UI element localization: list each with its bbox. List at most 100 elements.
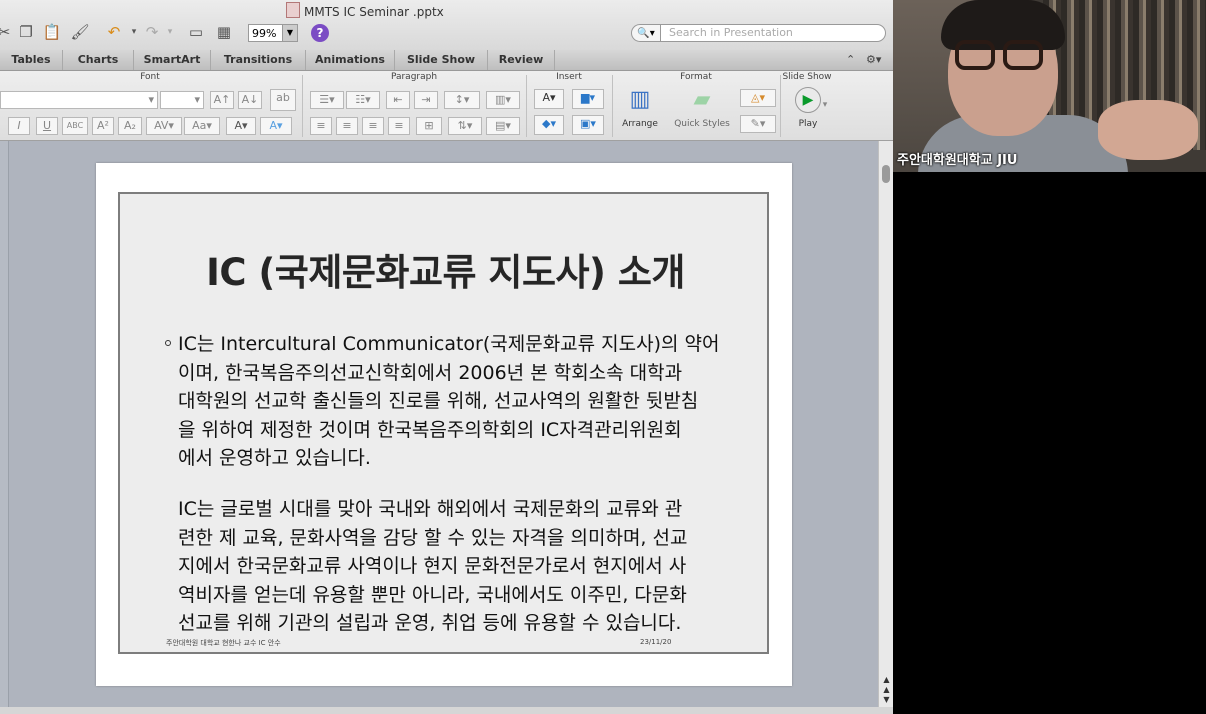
chevron-down-icon: ▾ [148, 93, 154, 106]
chevron-down-icon: ▾ [194, 93, 200, 106]
distributed-icon[interactable]: ⊞ [416, 117, 442, 135]
slide-line: 을 위하여 제정한 것이며 한국복음주의학회의 IC자격관리위원회 [178, 418, 682, 441]
collapse-ribbon-icon[interactable]: ⌃ [846, 50, 855, 70]
columns-icon[interactable]: ▥▾ [486, 91, 520, 109]
group-label-paragraph: Paragraph [390, 72, 438, 82]
tab-slide-show[interactable]: Slide Show [395, 50, 488, 70]
align-right-icon[interactable]: ≡ [362, 117, 384, 135]
bullet-icon [165, 340, 171, 346]
group-label-insert: Insert [556, 72, 582, 82]
justify-icon[interactable]: ≡ [388, 117, 410, 135]
window-title: MMTS IC Seminar .pptx [286, 2, 444, 19]
slide-content-frame: IC (국제문화교류 지도사) 소개 IC는 Intercultural Com… [118, 192, 769, 654]
quick-styles-label: Quick Styles [674, 119, 730, 129]
undo-icon[interactable]: ↶ [104, 22, 124, 42]
align-text-icon[interactable]: ▤▾ [486, 117, 520, 135]
gallery-icon[interactable]: ▦ [214, 22, 234, 42]
undo-dropdown-icon[interactable]: ▾ [124, 22, 144, 42]
line-spacing-icon[interactable]: ↕▾ [444, 91, 480, 109]
redo-dropdown-icon[interactable]: ▾ [160, 22, 180, 42]
tab-smartart[interactable]: SmartArt [134, 50, 211, 70]
media-icon[interactable]: ▣▾ [572, 115, 604, 135]
horizontal-scrollbar[interactable] [0, 707, 893, 714]
shape-fill-icon[interactable]: ◬▾ [740, 89, 776, 107]
align-center-icon[interactable]: ≡ [336, 117, 358, 135]
strikethrough-icon[interactable]: ABC [62, 117, 88, 135]
format-painter-icon[interactable]: 🖌 [70, 22, 90, 42]
slide-line: 선교를 위해 기관의 설립과 운영, 취업 등에 유용할 수 있습니다. [178, 612, 682, 634]
quick-styles-icon: ▰ [693, 87, 711, 112]
subscript-icon[interactable]: A₂ [118, 117, 142, 135]
increase-indent-icon[interactable]: ⇥ [414, 91, 438, 109]
slide-pane-edge[interactable] [0, 141, 9, 714]
video-panel: 주안대학원대학교 JIU [893, 0, 1206, 714]
zoom-value: 99% [252, 27, 277, 40]
slide-line: 에서 운영하고 있습니다. [178, 447, 371, 469]
slide[interactable]: IC (국제문화교류 지도사) 소개 IC는 Intercultural Com… [96, 163, 792, 686]
numbering-icon[interactable]: ☷▾ [346, 91, 380, 109]
slide-paragraph-2[interactable]: IC는 글로벌 시대를 맞아 국내와 해외에서 국제문화의 교류와 관 련한 제… [178, 495, 738, 638]
divider [526, 75, 527, 137]
bullets-icon[interactable]: ☰▾ [310, 91, 344, 109]
align-left-icon[interactable]: ≡ [310, 117, 332, 135]
slide-title[interactable]: IC (국제문화교류 지도사) 소개 [120, 242, 771, 296]
search-scope-dropdown[interactable]: 🔍▾ [631, 24, 661, 42]
play-icon: ▶ [795, 87, 821, 113]
participant-video[interactable]: 주안대학원대학교 JIU [893, 0, 1206, 172]
clear-formatting-icon[interactable]: ab [270, 89, 296, 111]
quick-styles-button[interactable]: ▰ Quick Styles [668, 85, 736, 129]
cut-icon[interactable]: ✂ [0, 22, 14, 42]
group-label-font: Font [140, 72, 160, 82]
zoom-select[interactable]: 99% ▼ [248, 24, 298, 42]
grow-font-icon[interactable]: A↑ [210, 91, 234, 109]
participant-hand [1098, 100, 1198, 160]
scrollbar-thumb[interactable] [882, 165, 890, 183]
tab-animations[interactable]: Animations [306, 50, 395, 70]
paste-icon[interactable]: 📋 [42, 22, 62, 42]
zoom-chevron-down-icon[interactable]: ▼ [282, 25, 297, 41]
search-input[interactable]: Search in Presentation [660, 24, 886, 42]
text-direction-icon[interactable]: ⇅▾ [448, 117, 482, 135]
arrange-button[interactable]: ▥ Arrange [616, 85, 664, 129]
tab-transitions[interactable]: Transitions [211, 50, 306, 70]
tab-review[interactable]: Review [488, 50, 555, 70]
character-spacing-icon[interactable]: AV▾ [146, 117, 182, 135]
slide-line: 이며, 한국복음주의선교신학회에서 2006년 본 학회소속 대학과 [178, 361, 683, 384]
group-label-slide-show: Slide Show [782, 72, 832, 82]
superscript-icon[interactable]: A² [92, 117, 114, 135]
picture-icon[interactable]: ▆▾ [572, 89, 604, 109]
play-dropdown-icon[interactable]: ▾ [820, 97, 830, 111]
text-effects-icon[interactable]: A▾ [260, 117, 292, 135]
search-icon: 🔍▾ [637, 28, 655, 39]
text-box-icon[interactable]: A▾ [534, 89, 564, 109]
font-size-select[interactable]: ▾ [160, 91, 204, 109]
arrange-label: Arrange [622, 119, 658, 129]
ribbon-tab-bar: Tables Charts SmartArt Transitions Anima… [0, 50, 893, 71]
slide-line: IC는 Intercultural Communicator(국제문화교류 지도… [178, 333, 720, 355]
font-color-icon[interactable]: A▾ [226, 117, 256, 135]
tab-tables[interactable]: Tables [0, 50, 63, 70]
glasses-icon [955, 40, 995, 70]
tab-charts[interactable]: Charts [63, 50, 134, 70]
underline-icon[interactable]: U [36, 117, 58, 135]
slide-line: 대학원의 선교학 출신들의 진로를 위해, 선교사역의 원활한 뒷받침 [178, 390, 699, 412]
divider [780, 75, 781, 137]
copy-icon[interactable]: ❐ [16, 22, 36, 42]
redo-icon[interactable]: ↷ [142, 22, 162, 42]
slide-line: IC는 글로벌 시대를 맞아 국내와 해외에서 국제문화의 교류와 관 [178, 498, 683, 520]
shape-icon[interactable]: ◆▾ [534, 115, 564, 135]
slide-sorter-icon[interactable]: ▭ [186, 22, 206, 42]
help-button[interactable]: ? [311, 24, 329, 42]
slide-paragraph-1[interactable]: IC는 Intercultural Communicator(국제문화교류 지도… [165, 330, 738, 473]
change-case-icon[interactable]: Aa▾ [184, 117, 220, 135]
italic-icon[interactable]: I [8, 117, 30, 135]
scroll-arrows[interactable]: ▲ ▲ ▼ [880, 675, 893, 705]
ribbon-options-gear-icon[interactable]: ⚙▾ [866, 50, 881, 70]
document-icon [286, 2, 300, 18]
decrease-indent-icon[interactable]: ⇤ [386, 91, 410, 109]
ribbon-panel: Font ▾ ▾ A↑ A↓ ab I U ABC A² A₂ AV▾ Aa▾ … [0, 71, 893, 141]
font-name-select[interactable]: ▾ [0, 91, 158, 109]
vertical-scrollbar[interactable]: ▲ ▲ ▼ [878, 141, 893, 707]
shape-line-icon[interactable]: ✎▾ [740, 115, 776, 133]
shrink-font-icon[interactable]: A↓ [238, 91, 262, 109]
